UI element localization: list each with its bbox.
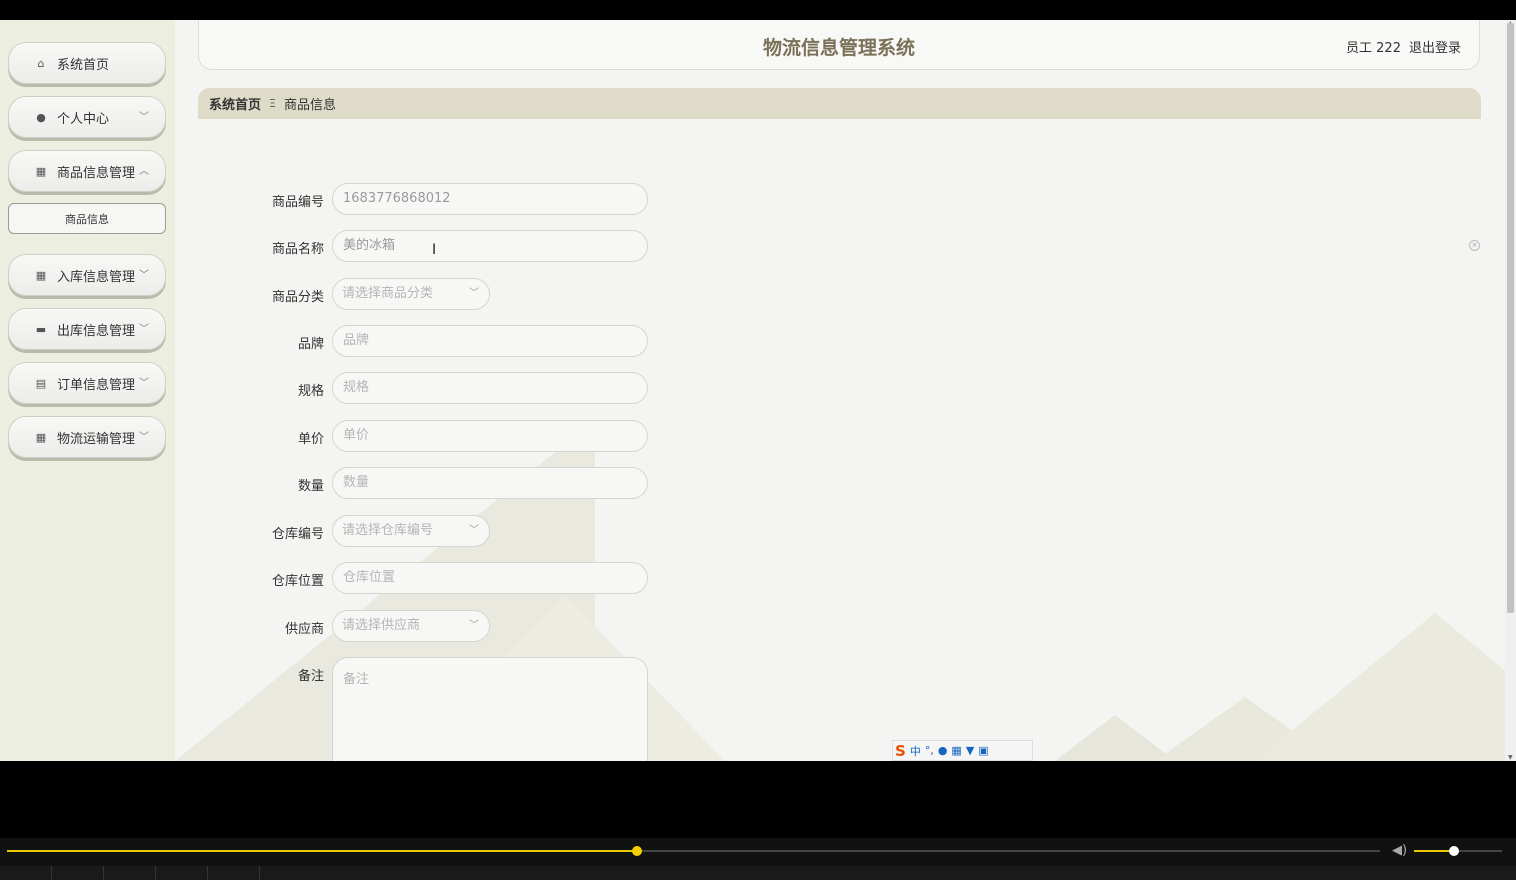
user-icon: ● <box>36 110 46 124</box>
strip-cell <box>156 866 208 880</box>
field-label: 单价 <box>297 432 324 447</box>
sidebar-item-label: 商品信息管理 <box>57 165 136 181</box>
scroll-down-icon[interactable]: ▼ <box>1508 754 1513 761</box>
apps-icon[interactable]: ▣ <box>978 744 988 757</box>
sidebar-item-logistics[interactable]: ▦ 物流运输管理 ﹀ <box>8 416 166 458</box>
chevron-down-icon: ﹀ <box>139 378 149 389</box>
chevron-up-icon: ︿ <box>139 166 149 177</box>
field-label: 备注 <box>297 669 324 684</box>
chevron-down-icon: ﹀ <box>139 432 149 443</box>
field-label: 数量 <box>297 479 324 494</box>
sidebar-item-profile[interactable]: ● 个人中心 ﹀ <box>8 96 166 138</box>
player-strip <box>0 866 1516 880</box>
breadcrumb-separator: Ξ <box>269 97 276 110</box>
logout-link[interactable]: 退出登录 <box>1409 41 1461 56</box>
ime-mode[interactable]: 中 <box>910 743 921 759</box>
sidebar-item-home[interactable]: ⌂ 系统首页 <box>8 42 166 84</box>
seek-handle[interactable] <box>632 846 643 856</box>
sidebar-item-goods[interactable]: ▦ 商品信息管理 ︿ <box>8 150 166 192</box>
video-player-controls: ◀) <box>0 838 1516 880</box>
ime-toolbar[interactable]: S 中 °, ● ▦ ▼ ▣ <box>892 740 1033 761</box>
strip-cell <box>0 866 52 880</box>
volume-icon[interactable]: ◀) <box>1392 843 1407 858</box>
page-title: 物流信息管理系统 <box>762 37 915 59</box>
grid-icon: ▦ <box>35 430 47 444</box>
sidebar-item-inbound[interactable]: ▦ 入库信息管理 ﹀ <box>8 254 166 296</box>
ime-punctuation[interactable]: °, <box>925 744 934 757</box>
warehouse-location-input[interactable]: 仓库位置 <box>332 562 648 594</box>
sidebar-item-label: 个人中心 <box>57 111 110 127</box>
vertical-scrollbar[interactable]: ▲ ▼ <box>1505 20 1516 761</box>
sidebar-item-label: 订单信息管理 <box>57 377 136 393</box>
breadcrumb-current: 商品信息 <box>283 98 336 113</box>
chevron-down-icon: ﹀ <box>139 112 149 123</box>
volume-slider[interactable] <box>1414 846 1502 856</box>
sidebar-subitem-goods-info[interactable]: 商品信息 <box>8 203 166 234</box>
sidebar-item-orders[interactable]: ▤ 订单信息管理 ﹀ <box>8 362 166 404</box>
app-window: ⌂ 系统首页 ● 个人中心 ﹀ ▦ 商品信息管理 ︿ 商品信息 ▦ 入库信息管理… <box>0 20 1516 761</box>
breadcrumb-home[interactable]: 系统首页 <box>209 94 261 113</box>
price-input[interactable]: 单价 <box>332 420 648 452</box>
warehouse-no-select[interactable]: 请选择仓库编号 ﹀ <box>332 515 490 547</box>
goods-code-input[interactable]: 1683776868012 <box>332 183 648 215</box>
clipboard-icon: ▤ <box>35 376 47 390</box>
field-label: 规格 <box>297 384 324 399</box>
text-cursor-icon: I <box>432 242 437 258</box>
goods-name-input[interactable]: 美的冰箱 <box>332 230 648 262</box>
select-placeholder: 请选择供应商 <box>342 618 421 633</box>
field-label: 商品分类 <box>271 290 324 305</box>
sidebar-item-outbound[interactable]: ▬ 出库信息管理 ﹀ <box>8 308 166 350</box>
screen: ⌂ 系统首页 ● 个人中心 ﹀ ▦ 商品信息管理 ︿ 商品信息 ▦ 入库信息管理… <box>0 0 1516 880</box>
quantity-input[interactable]: 数量 <box>332 467 648 499</box>
supplier-select[interactable]: 请选择供应商 ﹀ <box>332 610 490 642</box>
chevron-down-icon: ﹀ <box>469 525 479 536</box>
grid-icon: ▦ <box>35 164 47 178</box>
close-icon[interactable]: × <box>1469 240 1480 251</box>
mic-icon[interactable]: ● <box>938 744 948 757</box>
chevron-down-icon: ﹀ <box>469 620 479 631</box>
volume-handle[interactable] <box>1448 846 1459 856</box>
select-placeholder: 请选择仓库编号 <box>342 523 434 538</box>
ime-logo-icon[interactable]: S <box>895 742 906 760</box>
user-area: 员工 222 退出登录 <box>1346 37 1461 56</box>
main-content: 物流信息管理系统 员工 222 退出登录 系统首页 Ξ 商品信息 商品编号 168… <box>175 20 1516 761</box>
brand-input[interactable]: 品牌 <box>332 325 648 357</box>
field-label: 商品编号 <box>271 195 324 210</box>
seek-progress <box>7 850 638 852</box>
category-select[interactable]: 请选择商品分类 ﹀ <box>332 278 490 310</box>
background-mountain <box>1255 613 1516 761</box>
strip-cell <box>104 866 156 880</box>
seek-bar[interactable] <box>7 846 1380 856</box>
chevron-down-icon: ﹀ <box>469 288 479 299</box>
home-icon: ⌂ <box>37 56 45 70</box>
header: 物流信息管理系统 员工 222 退出登录 <box>198 20 1480 70</box>
spec-input[interactable]: 规格 <box>332 372 648 404</box>
briefcase-icon: ▬ <box>35 322 47 336</box>
remark-textarea[interactable]: 备注 <box>332 657 648 761</box>
select-placeholder: 请选择商品分类 <box>342 286 434 301</box>
volume-level <box>1414 850 1454 852</box>
strip-cell <box>208 866 260 880</box>
sidebar: ⌂ 系统首页 ● 个人中心 ﹀ ▦ 商品信息管理 ︿ 商品信息 ▦ 入库信息管理… <box>0 20 175 761</box>
sidebar-item-label: 物流运输管理 <box>57 431 136 447</box>
breadcrumb: 系统首页 Ξ 商品信息 <box>198 88 1481 119</box>
field-label: 仓库编号 <box>271 527 324 542</box>
field-label: 商品名称 <box>271 242 324 257</box>
sidebar-item-label: 入库信息管理 <box>57 269 136 285</box>
grid-icon: ▦ <box>35 268 47 282</box>
scrollbar-thumb[interactable] <box>1507 23 1514 613</box>
field-label: 供应商 <box>284 622 324 637</box>
chevron-down-icon: ﹀ <box>139 270 149 281</box>
keyboard-icon[interactable]: ▦ <box>951 744 961 757</box>
shirt-icon[interactable]: ▼ <box>966 744 974 757</box>
sidebar-item-label: 出库信息管理 <box>57 323 136 339</box>
field-label: 品牌 <box>297 337 324 352</box>
chevron-down-icon: ﹀ <box>139 324 149 335</box>
strip-cell <box>52 866 104 880</box>
sidebar-item-label: 系统首页 <box>57 57 110 73</box>
field-label: 仓库位置 <box>271 574 324 589</box>
user-name: 员工 222 <box>1346 41 1401 56</box>
